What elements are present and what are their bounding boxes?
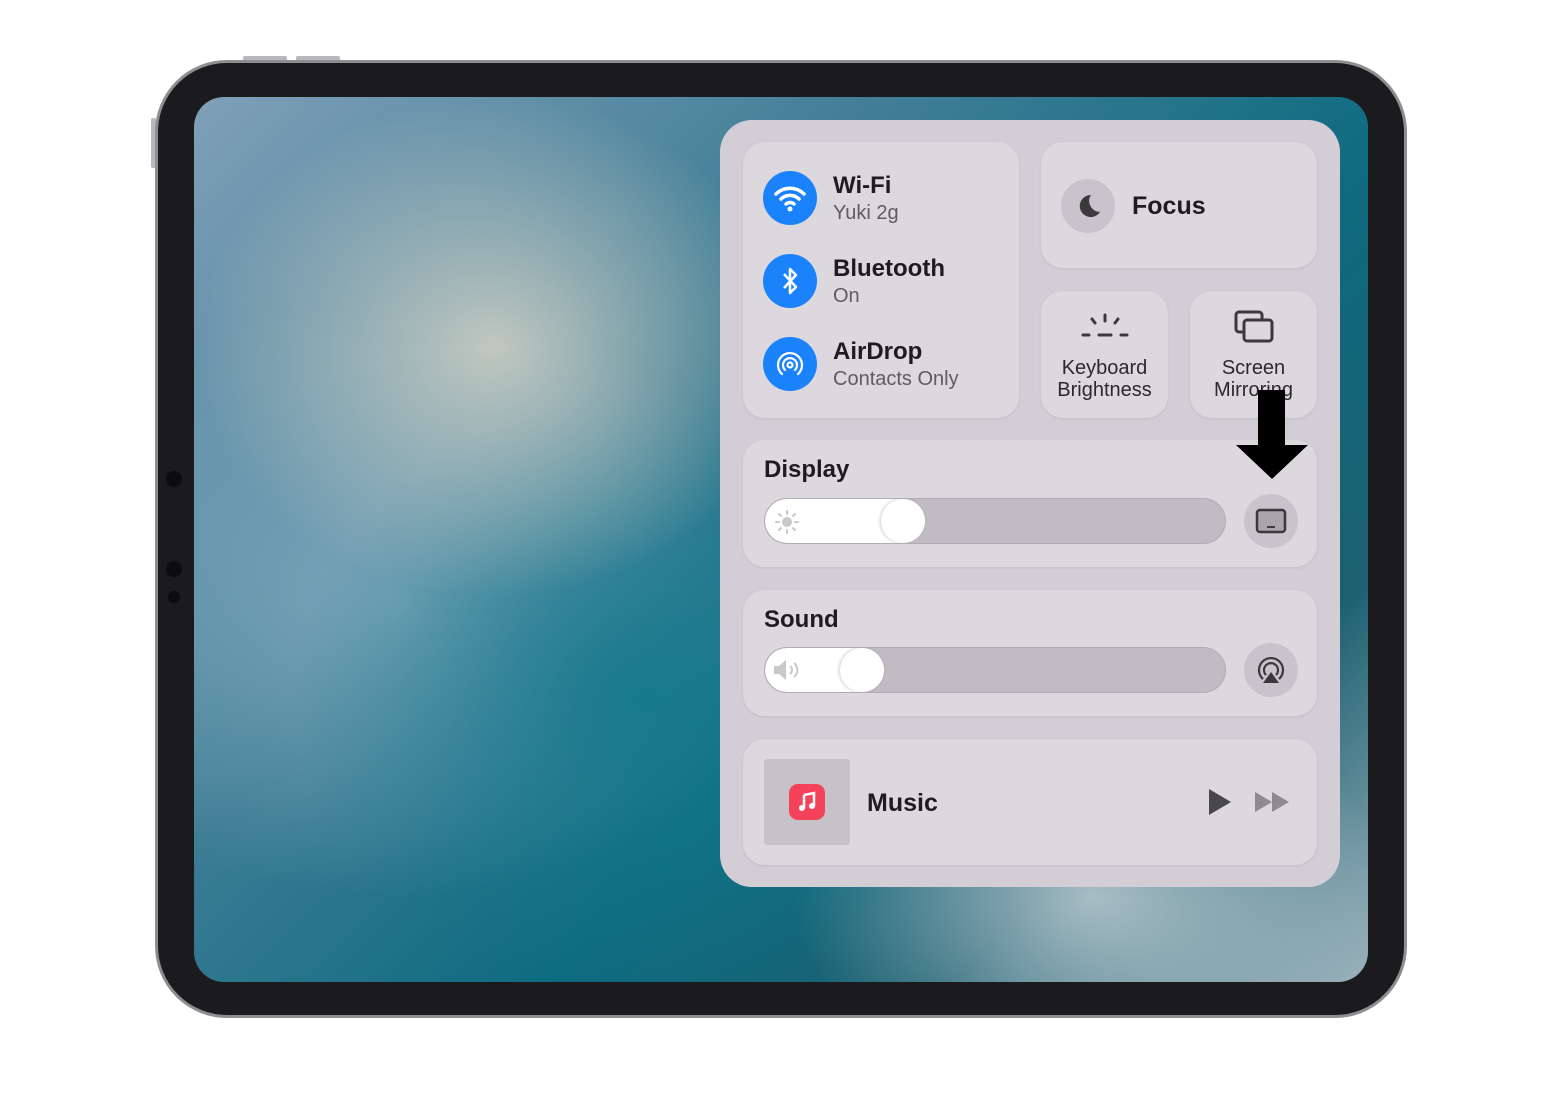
- play-icon[interactable]: [1207, 788, 1233, 816]
- wifi-network: Yuki 2g: [833, 201, 899, 224]
- camera: [168, 591, 180, 603]
- speaker-icon: [774, 660, 799, 680]
- volume-slider-thumb[interactable]: [839, 648, 884, 692]
- brightness-slider-thumb[interactable]: [881, 499, 925, 543]
- music-tile[interactable]: Music: [743, 739, 1317, 865]
- display-icon: [1255, 508, 1287, 534]
- album-art: [764, 759, 850, 845]
- connectivity-tile: Wi-Fi Yuki 2g Bluetooth On AirDrop Contacts…: [743, 142, 1019, 418]
- brightness-slider[interactable]: [764, 498, 1226, 544]
- music-app-icon: [789, 784, 825, 820]
- moon-icon: [1061, 179, 1115, 233]
- focus-label: Focus: [1132, 192, 1206, 220]
- wifi-title: Wi-Fi: [833, 171, 892, 199]
- sun-icon: [775, 510, 799, 534]
- airplay-audio-icon: [1257, 657, 1285, 683]
- keyboard-brightness-label: Keyboard Brightness: [1057, 357, 1152, 401]
- airdrop-status: Contacts Only: [833, 367, 959, 390]
- control-center: Wi-Fi Yuki 2g Bluetooth On AirDrop Contacts…: [720, 120, 1340, 887]
- airdrop-icon: [763, 337, 817, 391]
- bluetooth-status: On: [833, 284, 860, 307]
- keyboard-brightness-tile[interactable]: Keyboard Brightness: [1041, 291, 1168, 418]
- display-settings-button[interactable]: [1244, 494, 1298, 548]
- airdrop-toggle[interactable]: AirDrop Contacts Only: [763, 337, 959, 391]
- display-label: Display: [764, 456, 850, 483]
- fast-forward-icon[interactable]: [1254, 791, 1290, 813]
- wifi-icon: [763, 171, 817, 225]
- bluetooth-icon: [763, 254, 817, 308]
- bluetooth-title: Bluetooth: [833, 254, 945, 282]
- display-tile: Display: [743, 440, 1317, 567]
- camera: [166, 471, 182, 487]
- arrow-down-icon: [1236, 390, 1308, 479]
- sound-label: Sound: [764, 606, 839, 633]
- airplay-audio-button[interactable]: [1244, 643, 1298, 697]
- airdrop-title: AirDrop: [833, 337, 923, 365]
- music-title: Music: [867, 789, 938, 817]
- camera: [166, 561, 182, 577]
- focus-tile[interactable]: Focus: [1041, 142, 1317, 268]
- keyboard-brightness-icon: [1081, 313, 1129, 337]
- screen-mirroring-icon: [1234, 310, 1274, 343]
- wifi-toggle[interactable]: Wi-Fi Yuki 2g: [763, 171, 899, 225]
- sound-tile: Sound: [743, 590, 1317, 716]
- volume-slider[interactable]: [764, 647, 1226, 693]
- bluetooth-toggle[interactable]: Bluetooth On: [763, 254, 945, 308]
